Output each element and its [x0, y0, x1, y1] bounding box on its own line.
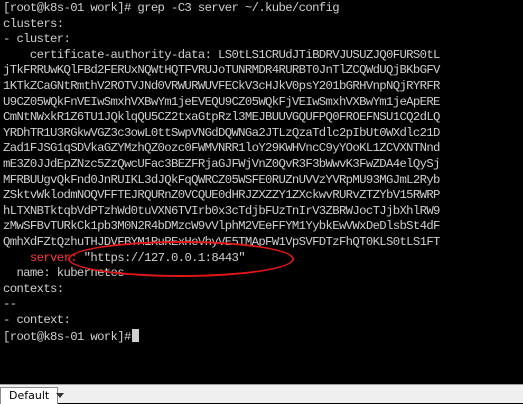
output-line: CmNtNWxkR1Z6TU1JQklqQU5CZ2txaGtpRzl3MEJB… [3, 110, 440, 125]
output-line: certificate-authority-data: LS0tLS1CRUdJ… [3, 47, 441, 62]
output-line: jTkFRRUwKQlFBd2FERUxNQWtHQTFVRUJoTUNRMDR… [3, 63, 440, 78]
output-line: MFRBUUgvQkFnd0JnRUIKL3dJQkFqQWRCZ05WSFE0… [3, 172, 440, 187]
command-line: [root@k8s-01 work]# grep -C3 server ~/.k… [3, 1, 340, 15]
session-tab[interactable]: Default [0, 387, 58, 404]
terminal-window[interactable]: [root@k8s-01 work]# grep -C3 server ~/.k… [0, 0, 523, 384]
output-line: contexts: [3, 281, 64, 296]
shell-prompt: [root@k8s-01 work]# [3, 329, 131, 344]
output-line: hLTXNBTktqbVdPTzhWd0tuVXN6TVIrb0x3cTdjbF… [3, 203, 440, 218]
output-line: 1KTkZCaGNtRmthV2ROTVJNd0VRWURWUVFECkV3cH… [3, 79, 440, 93]
output-line: YRDhTR1U3RGkwVGZ3c3owL0ttSwpVNGdDQWNGa2J… [3, 125, 440, 140]
session-tab-label: Default [9, 389, 50, 402]
output-line: mE3Z0JJdEpZNzc5ZzQwcUFac3BEZFRjaGJFWjVnZ… [3, 157, 440, 171]
output-line: clusters: [3, 16, 64, 31]
output-line: ZSktvWklodmNOQVFFTEJRQURnZ0VCQUE0dHRJZXZ… [3, 188, 440, 203]
server-value: "https://127.0.0.1:8443" [83, 250, 246, 265]
output-line: -- [3, 297, 17, 312]
output-line: zMwSFBvTURkCk1pb3M0N2R4bDMzcW9vVlphM2VEe… [3, 219, 440, 234]
session-tab-bar: Default [0, 384, 523, 404]
output-line: Zad1FJSG1qSDVkaGZYMzhQZ0ozc0FWMVNRR1loY2… [3, 141, 440, 156]
output-line: - cluster: [3, 32, 71, 47]
prompt-line[interactable]: [root@k8s-01 work]# [3, 328, 139, 345]
server-line: server: "https://127.0.0.1:8443" [3, 250, 246, 267]
server-key: server: [29, 250, 78, 265]
output-line: U9CZ05WQkFnVEIwSmxhVXBwYm1jeEVEQU9CZ05WQ… [3, 94, 440, 109]
output-line: - context: [3, 313, 71, 327]
chevron-down-icon[interactable] [56, 393, 64, 398]
text-cursor [131, 328, 139, 342]
output-line: QmhXdFZtQzhuTHJDVFBYM1RuRExHeVhyVE5TMApF… [3, 235, 440, 249]
output-line: name: kubernetes [3, 266, 124, 281]
